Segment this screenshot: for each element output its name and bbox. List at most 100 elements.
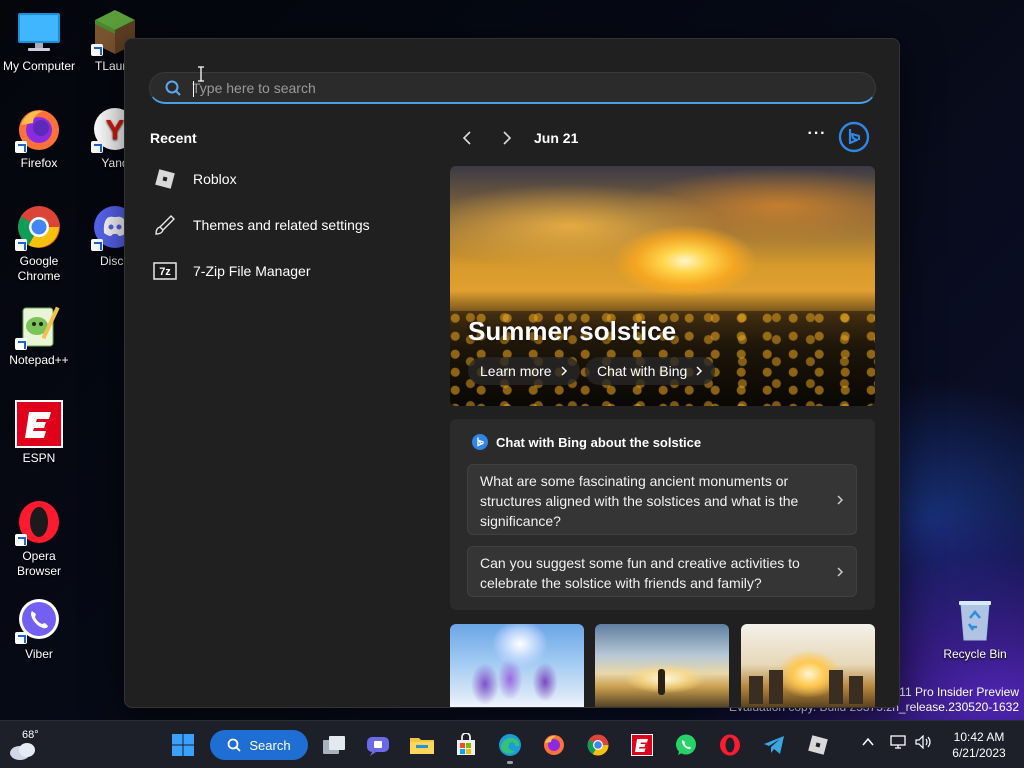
stone-pillar bbox=[749, 676, 763, 704]
desktop-icon-label: Recycle Bin bbox=[943, 647, 1007, 661]
microsoft-store-button[interactable] bbox=[450, 729, 482, 761]
desktop-icon-opera[interactable]: Opera Browser bbox=[0, 498, 78, 579]
desktop-icon-label: Opera Browser bbox=[16, 549, 61, 578]
shortcut-arrow-icon bbox=[15, 239, 27, 251]
desktop-icon-label: Viber bbox=[25, 647, 53, 661]
svg-text:Y: Y bbox=[106, 114, 125, 145]
weather-widget[interactable]: 68° bbox=[8, 729, 48, 761]
shortcut-arrow-icon bbox=[91, 44, 103, 56]
opera-icon bbox=[15, 498, 63, 546]
stone-pillar bbox=[829, 670, 843, 704]
recent-item-label: Themes and related settings bbox=[193, 217, 370, 233]
firefox-icon bbox=[544, 735, 564, 755]
stone-pillar bbox=[849, 676, 863, 704]
chrome-taskbar-button[interactable] bbox=[582, 729, 614, 761]
desktop-icon-firefox[interactable]: Firefox bbox=[0, 105, 78, 171]
edge-icon bbox=[499, 734, 521, 756]
shortcut-arrow-icon bbox=[15, 632, 27, 644]
desktop-icon-label: My Computer bbox=[2, 59, 76, 73]
shortcut-arrow-icon bbox=[15, 141, 27, 153]
bing-icon bbox=[838, 121, 870, 153]
edge-button[interactable] bbox=[494, 729, 526, 764]
hero-title: Summer solstice bbox=[468, 316, 677, 346]
chat-suggestion[interactable]: What are some fascinating ancient monume… bbox=[467, 464, 857, 535]
task-view-button[interactable] bbox=[318, 729, 350, 761]
recycle-bin-icon bbox=[951, 596, 999, 644]
network-icon bbox=[890, 735, 906, 749]
chevron-up-icon bbox=[862, 737, 874, 746]
chat-suggestion-text: What are some fascinating ancient monume… bbox=[480, 473, 799, 529]
desktop-icon-my-computer[interactable]: My Computer bbox=[0, 8, 78, 74]
system-clock[interactable]: 10:42 AM 6/21/2023 bbox=[940, 729, 1018, 761]
search-input[interactable] bbox=[192, 77, 852, 99]
chat-card-title: Chat with Bing about the solstice bbox=[496, 434, 702, 450]
bing-chat-card: Chat with Bing about the solstice What a… bbox=[450, 419, 875, 610]
espn-taskbar-button[interactable] bbox=[626, 729, 658, 761]
cloud-icon bbox=[10, 743, 35, 760]
silhouette-figure bbox=[658, 669, 665, 695]
solstice-hero-card[interactable]: Summer solstice Learn more Chat with Bin… bbox=[450, 166, 875, 406]
search-box[interactable] bbox=[149, 72, 876, 104]
chrome-icon bbox=[587, 734, 609, 756]
recent-item-roblox[interactable]: Roblox bbox=[151, 161, 411, 197]
chat-with-bing-button[interactable]: Chat with Bing bbox=[585, 357, 716, 385]
desktop-icon-viber[interactable]: Viber bbox=[0, 596, 78, 662]
firefox-taskbar-button[interactable] bbox=[538, 729, 570, 761]
bing-chat-button[interactable] bbox=[838, 121, 870, 153]
crocus-flowers-thumbnail[interactable] bbox=[450, 624, 584, 707]
text-cursor-icon bbox=[198, 66, 204, 82]
desktop-icon-chrome[interactable]: Google Chrome bbox=[0, 203, 78, 284]
network-button[interactable] bbox=[890, 735, 908, 752]
recent-item-label: Roblox bbox=[193, 171, 237, 187]
notepadpp-icon bbox=[15, 302, 63, 350]
desktop-icon-label: ESPN bbox=[22, 451, 56, 465]
volume-button[interactable] bbox=[915, 734, 933, 752]
shortcut-arrow-icon bbox=[15, 338, 27, 350]
taskbar-search-label: Search bbox=[249, 737, 291, 753]
recent-item-7zip[interactable]: 7z 7-Zip File Manager bbox=[151, 253, 411, 289]
desktop-icon-recycle-bin[interactable]: Recycle Bin bbox=[936, 596, 1014, 662]
chat-suggestion[interactable]: Can you suggest some fun and creative ac… bbox=[467, 546, 857, 597]
bing-icon bbox=[472, 434, 488, 450]
teams-chat-button[interactable] bbox=[362, 729, 394, 761]
shortcut-arrow-icon bbox=[91, 239, 103, 251]
roblox-icon bbox=[151, 167, 179, 191]
desktop-icon-notepadpp[interactable]: Notepad++ bbox=[0, 302, 78, 368]
desktop-icon-espn[interactable]: ESPN bbox=[0, 400, 78, 466]
taskbar: 68° Search 10:42 AM 6/21/2023 bbox=[0, 720, 1024, 768]
shortcut-arrow-icon bbox=[15, 534, 27, 546]
show-hidden-icons-button[interactable] bbox=[862, 735, 874, 750]
viber-icon bbox=[15, 596, 63, 644]
chrome-icon bbox=[15, 203, 63, 251]
folder-icon bbox=[410, 738, 434, 754]
telegram-button[interactable] bbox=[758, 729, 790, 761]
stonehenge-thumbnail[interactable] bbox=[741, 624, 875, 707]
search-panel: Recent Roblox Themes and related setting… bbox=[124, 38, 900, 708]
taskbar-search-button[interactable]: Search bbox=[210, 730, 308, 760]
desktop-icon-label: Notepad++ bbox=[9, 353, 69, 367]
recent-item-label: 7-Zip File Manager bbox=[193, 263, 311, 279]
chevron-right-icon bbox=[503, 131, 512, 145]
clock-date: 6/21/2023 bbox=[952, 746, 1006, 760]
desktop-icon-label: Firefox bbox=[20, 156, 58, 170]
recent-item-themes-settings[interactable]: Themes and related settings bbox=[151, 207, 411, 243]
learn-more-button[interactable]: Learn more bbox=[468, 357, 580, 385]
roblox-icon bbox=[808, 735, 828, 755]
learn-more-label: Learn more bbox=[480, 363, 552, 379]
highlight-date: Jun 21 bbox=[534, 130, 579, 146]
roblox-taskbar-button[interactable] bbox=[802, 729, 834, 761]
whatsapp-icon bbox=[676, 734, 696, 755]
file-explorer-button[interactable] bbox=[406, 729, 438, 761]
speaker-icon bbox=[915, 734, 931, 750]
more-options-button[interactable]: ··· bbox=[803, 125, 831, 151]
whatsapp-button[interactable] bbox=[670, 729, 702, 761]
start-button[interactable] bbox=[167, 729, 199, 761]
search-icon bbox=[227, 738, 242, 752]
next-day-button[interactable] bbox=[494, 125, 520, 151]
opera-taskbar-button[interactable] bbox=[714, 729, 746, 761]
search-icon bbox=[165, 80, 181, 101]
sunrise-person-thumbnail[interactable] bbox=[595, 624, 729, 707]
espn-icon bbox=[631, 734, 653, 756]
chevron-right-icon bbox=[837, 566, 844, 577]
previous-day-button[interactable] bbox=[454, 125, 480, 151]
